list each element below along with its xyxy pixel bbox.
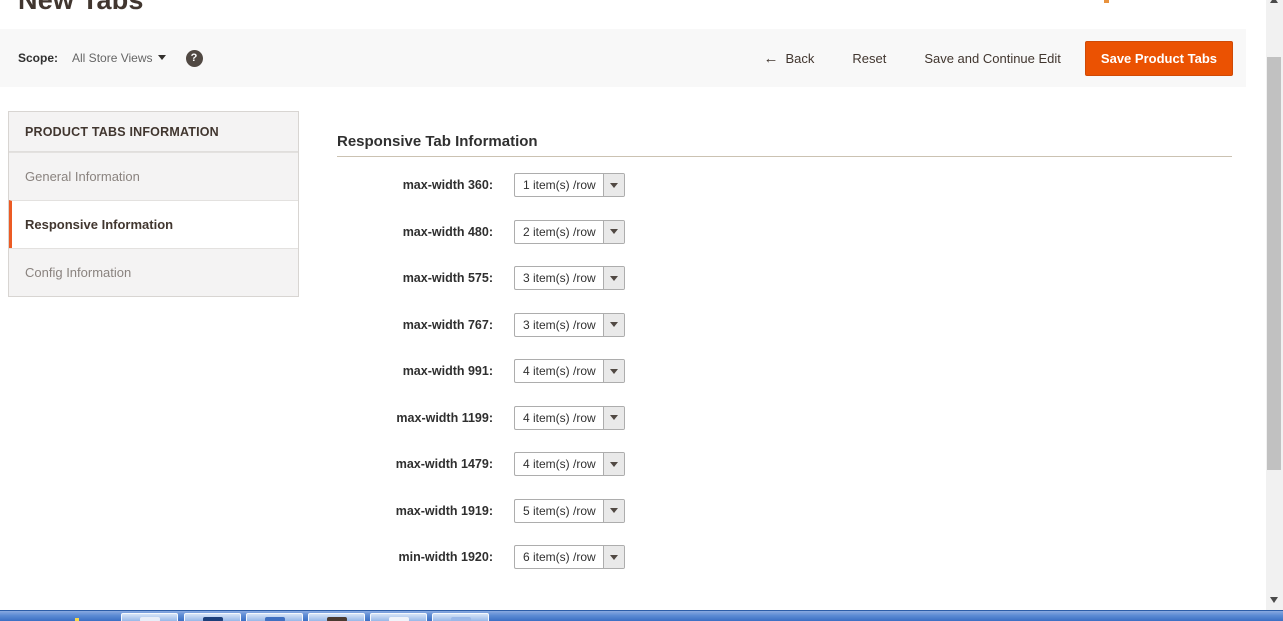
field-label: max-width 1919: [337,504,493,518]
vertical-scrollbar[interactable] [1266,0,1283,610]
page-actions-toolbar: Scope: All Store Views ? ←Back Reset Sav… [0,29,1246,87]
field-label: max-width 991: [337,364,493,378]
scope-switcher[interactable]: All Store Views [68,49,165,67]
items-per-row-select-575[interactable]: 3 item(s) /row [514,266,625,290]
select-value: 2 item(s) /row [515,221,603,243]
field-label: max-width 767: [337,318,493,332]
field-row-max-width-1199: max-width 1199: 4 item(s) /row [337,406,625,430]
field-row-max-width-1919: max-width 1919: 5 item(s) /row [337,499,625,523]
help-icon[interactable]: ? [186,50,203,67]
items-per-row-select-1199[interactable]: 4 item(s) /row [514,406,625,430]
chevron-down-icon[interactable] [603,267,624,289]
field-row-max-width-360: max-width 360: 1 item(s) /row [337,173,625,197]
field-label: max-width 360: [337,178,493,192]
field-row-max-width-991: max-width 991: 4 item(s) /row [337,359,625,383]
select-value: 6 item(s) /row [515,546,603,568]
scope-label: Scope: [18,51,58,65]
back-button[interactable]: ←Back [763,50,814,67]
toolbar-actions: ←Back Reset Save and Continue Edit Save … [725,41,1233,76]
items-per-row-select-767[interactable]: 3 item(s) /row [514,313,625,337]
scope-group: Scope: All Store Views ? [18,49,203,67]
field-label: max-width 1479: [337,457,493,471]
taskbar-button[interactable] [308,613,365,621]
page-title: New Tabs [18,0,144,14]
sidebar-header: PRODUCT TABS INFORMATION [9,112,298,152]
select-value: 3 item(s) /row [515,267,603,289]
taskbar-button[interactable] [370,613,427,621]
section-title: Responsive Tab Information [337,133,538,150]
field-label: max-width 1199: [337,411,493,425]
chevron-down-icon[interactable] [603,314,624,336]
taskbar-button[interactable] [246,613,303,621]
chevron-down-icon[interactable] [603,174,624,196]
field-row-max-width-767: max-width 767: 3 item(s) /row [337,313,625,337]
scroll-down-arrow-icon[interactable] [1270,597,1278,603]
reset-button[interactable]: Reset [852,51,886,66]
chevron-down-icon[interactable] [603,360,624,382]
taskbar-button[interactable] [121,613,178,621]
select-value: 1 item(s) /row [515,174,603,196]
field-row-max-width-575: max-width 575: 3 item(s) /row [337,266,625,290]
save-product-tabs-button[interactable]: Save Product Tabs [1085,41,1233,76]
chevron-down-icon[interactable] [603,407,624,429]
cropped-notification-icon [1104,0,1109,3]
chevron-down-icon[interactable] [603,453,624,475]
field-label: max-width 575: [337,271,493,285]
select-value: 4 item(s) /row [515,407,603,429]
items-per-row-select-360[interactable]: 1 item(s) /row [514,173,625,197]
items-per-row-select-480[interactable]: 2 item(s) /row [514,220,625,244]
os-taskbar-cropped [0,610,1283,621]
items-per-row-select-1479[interactable]: 4 item(s) /row [514,452,625,476]
taskbar-button[interactable] [184,613,241,621]
field-row-max-width-480: max-width 480: 2 item(s) /row [337,220,625,244]
field-row-min-width-1920: min-width 1920: 6 item(s) /row [337,545,625,569]
items-per-row-select-991[interactable]: 4 item(s) /row [514,359,625,383]
back-arrow-icon: ← [763,50,778,67]
chevron-down-icon[interactable] [603,546,624,568]
save-and-continue-button[interactable]: Save and Continue Edit [924,51,1061,66]
scrollbar-thumb[interactable] [1267,57,1281,470]
select-value: 4 item(s) /row [515,453,603,475]
sidebar-item-config-information[interactable]: Config Information [9,248,298,296]
select-value: 4 item(s) /row [515,360,603,382]
items-per-row-select-1919[interactable]: 5 item(s) /row [514,499,625,523]
product-tabs-information-nav: PRODUCT TABS INFORMATION General Informa… [8,111,299,297]
field-label: min-width 1920: [337,550,493,564]
section-divider [337,156,1232,157]
field-row-max-width-1479: max-width 1479: 4 item(s) /row [337,452,625,476]
chevron-down-icon[interactable] [603,500,624,522]
scroll-up-arrow-icon[interactable] [1270,0,1278,3]
sidebar-item-general-information[interactable]: General Information [9,152,298,200]
select-value: 5 item(s) /row [515,500,603,522]
taskbar-button[interactable] [432,613,489,621]
responsive-fields-form: max-width 360: 1 item(s) /row max-width … [337,173,625,592]
chevron-down-icon [158,55,166,60]
scope-value[interactable]: All Store Views [72,51,152,65]
field-label: max-width 480: [337,225,493,239]
items-per-row-select-1920[interactable]: 6 item(s) /row [514,545,625,569]
chevron-down-icon[interactable] [603,221,624,243]
select-value: 3 item(s) /row [515,314,603,336]
sidebar-item-responsive-information[interactable]: Responsive Information [9,200,298,248]
